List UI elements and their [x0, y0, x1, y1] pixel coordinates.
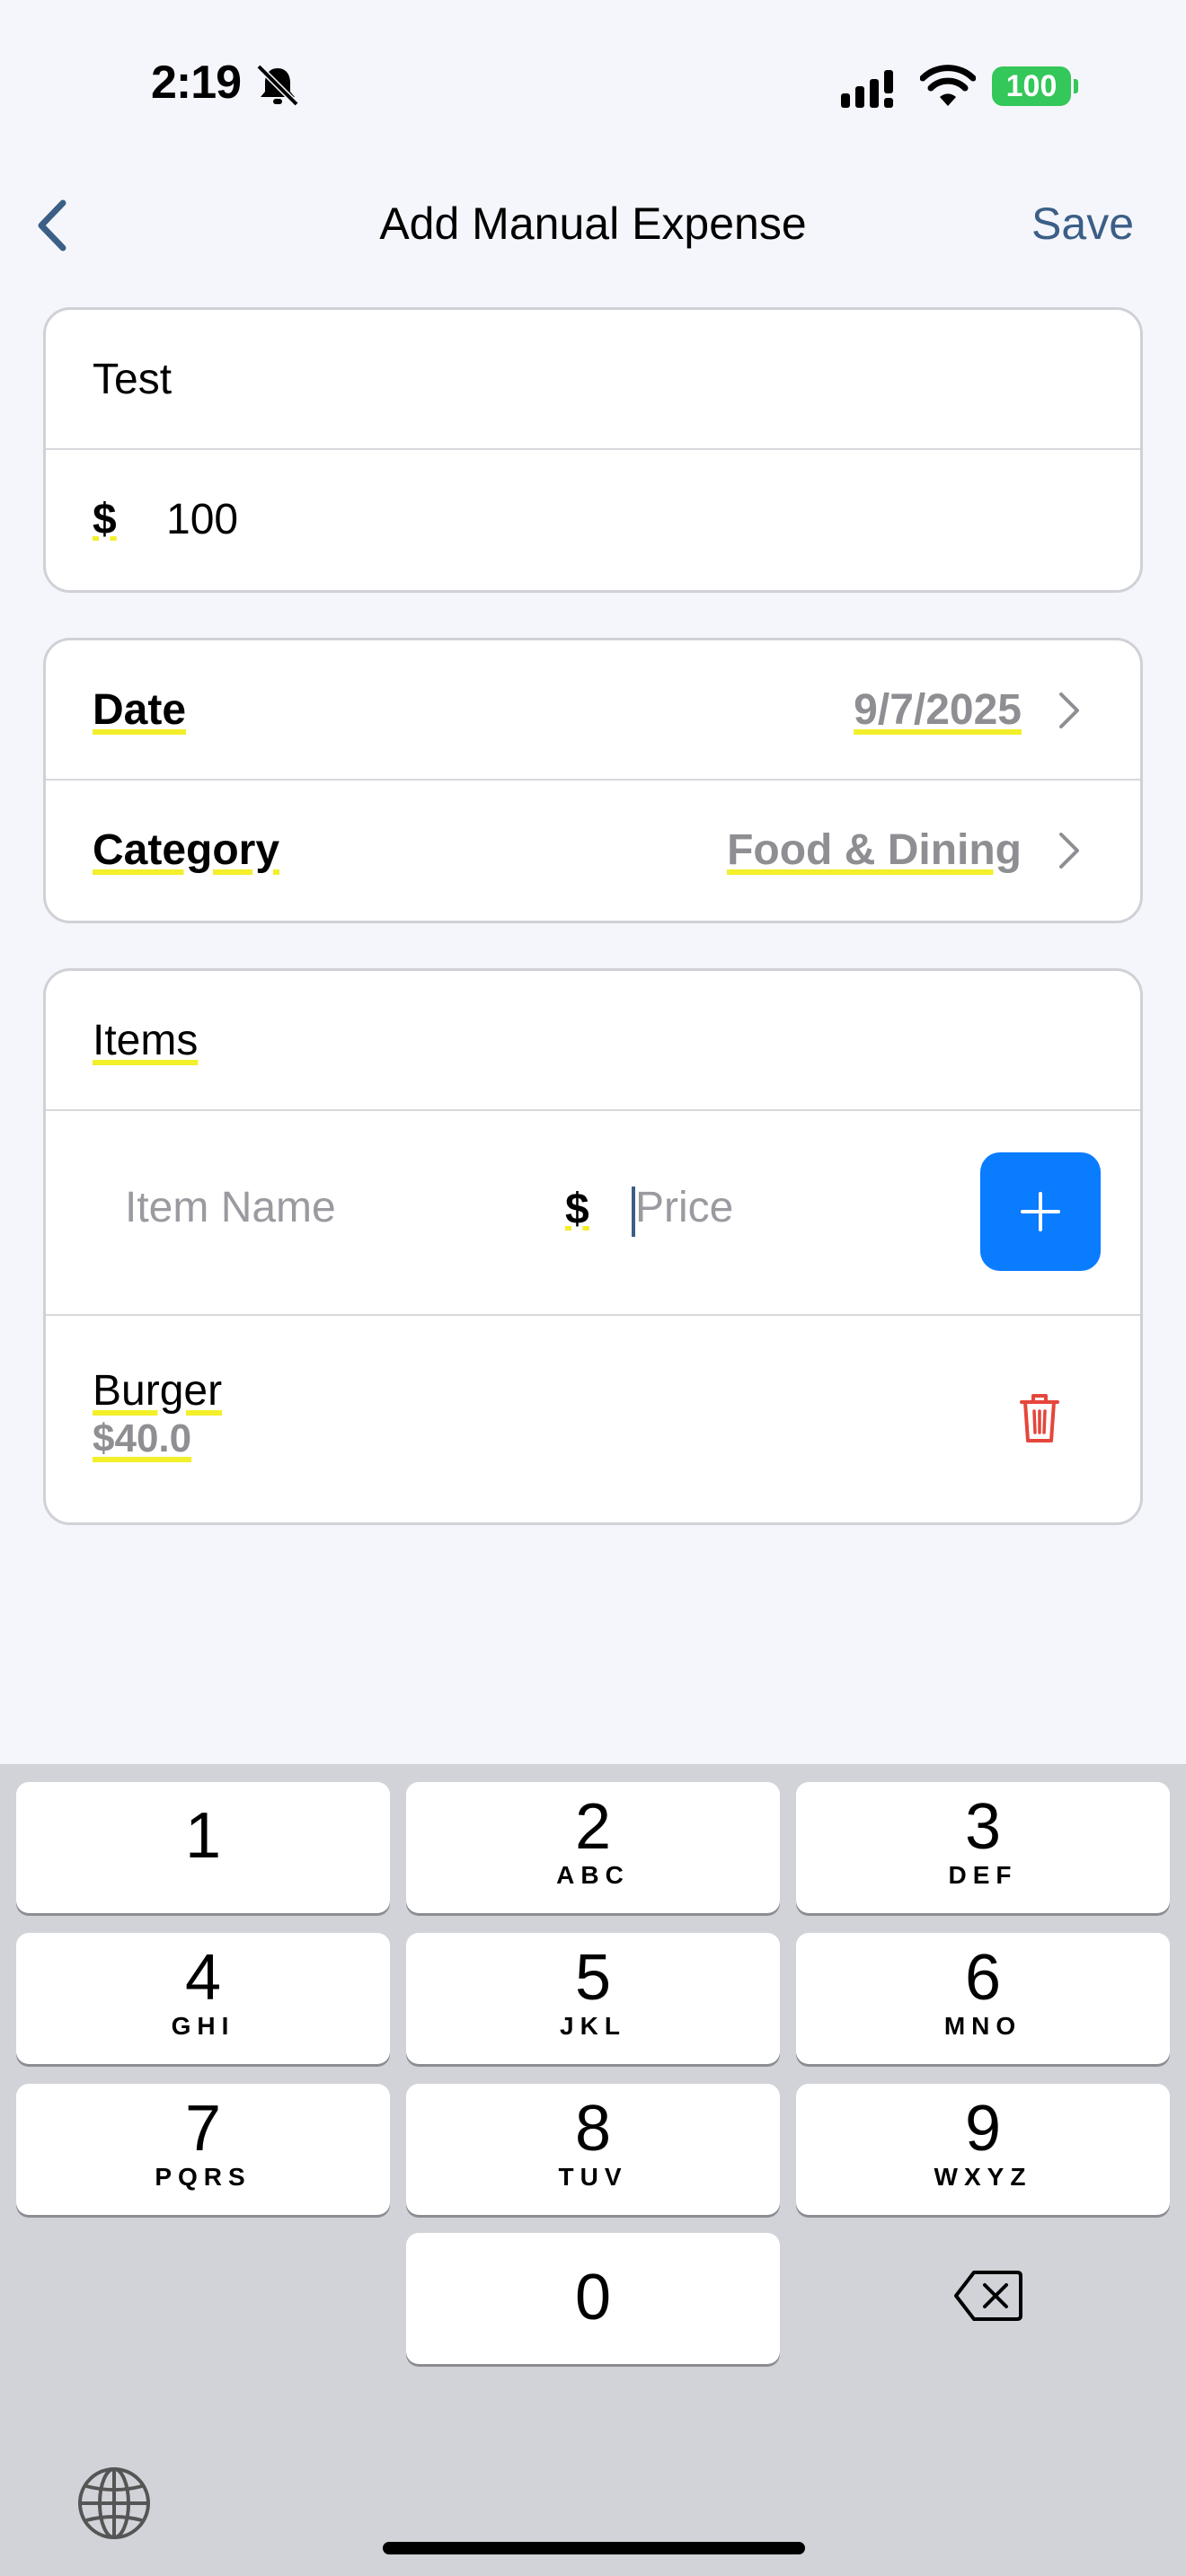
bell-slash-icon — [256, 65, 299, 106]
category-label: Category — [93, 826, 280, 874]
chevron-right-icon — [1059, 833, 1079, 869]
status-time: 2:19 — [151, 57, 242, 109]
numeric-keyboard: 1 2 ABC 3 DEF 4 GHI 5 JKL 6 MNO 7 PQRS 8… — [0, 1764, 1186, 2576]
price-input[interactable] — [635, 1183, 932, 1232]
key-letters: MNO — [943, 2012, 1022, 2040]
key-digit: 1 — [184, 1800, 222, 1872]
globe-icon[interactable] — [75, 2465, 153, 2542]
expense-name-value[interactable]: Test — [93, 355, 172, 404]
items-header: Items — [93, 1017, 199, 1064]
item-name: Burger — [93, 1367, 223, 1415]
key-letters: PQRS — [155, 2163, 252, 2191]
date-value: 9/7/2025 — [854, 686, 1022, 734]
screen: 2:19 100 Add Manual Expense Save Test $ … — [0, 0, 1186, 2576]
key-digit: 7 — [184, 2093, 222, 2165]
date-row[interactable]: Date 9/7/2025 — [46, 640, 1140, 781]
item-price: $40.0 — [93, 1416, 192, 1460]
plus-icon — [1021, 1192, 1060, 1231]
home-indicator[interactable] — [383, 2542, 805, 2554]
key-letters: JKL — [560, 2012, 626, 2040]
key-7[interactable]: 7 PQRS — [16, 2084, 390, 2215]
key-9[interactable]: 9 WXYZ — [796, 2084, 1170, 2215]
currency-symbol: $ — [93, 496, 117, 543]
key-letters: GHI — [171, 2012, 235, 2040]
category-row[interactable]: Category Food & Dining — [46, 781, 1140, 921]
expense-basic-card: Test $ 100 — [43, 307, 1143, 593]
list-item: Burger $40.0 — [46, 1316, 1140, 1522]
battery-icon: 100 — [992, 66, 1078, 106]
date-label: Date — [93, 686, 187, 734]
delete-icon[interactable] — [952, 2267, 1024, 2325]
key-6[interactable]: 6 MNO — [796, 1933, 1170, 2064]
key-letters: ABC — [556, 1861, 630, 1889]
add-item-button[interactable] — [980, 1152, 1101, 1271]
key-3[interactable]: 3 DEF — [796, 1782, 1170, 1913]
key-letters: DEF — [948, 1861, 1018, 1889]
key-digit: 4 — [184, 1942, 222, 2014]
key-4[interactable]: 4 GHI — [16, 1933, 390, 2064]
key-letters: TUV — [558, 2163, 628, 2191]
page-title: Add Manual Expense — [379, 198, 807, 249]
key-digit: 8 — [574, 2093, 612, 2165]
key-digit: 3 — [964, 1791, 1002, 1863]
key-digit: 5 — [574, 1942, 612, 2014]
expense-amount-value[interactable]: 100 — [166, 495, 238, 544]
key-digit: 9 — [964, 2093, 1002, 2165]
items-card: Items $ Burger $40.0 — [43, 968, 1143, 1525]
add-item-row: $ — [46, 1111, 1140, 1316]
cellular-signal-icon — [841, 70, 893, 108]
key-letters: WXYZ — [934, 2163, 1032, 2191]
key-digit: 0 — [574, 2262, 612, 2333]
price-currency-symbol: $ — [565, 1186, 589, 1233]
save-button[interactable]: Save — [1031, 198, 1134, 250]
expense-amount-field[interactable]: $ 100 — [46, 450, 1140, 590]
items-header-row: Items — [46, 971, 1140, 1111]
category-value: Food & Dining — [727, 826, 1022, 874]
chevron-right-icon — [1059, 693, 1079, 728]
expense-details-card: Date 9/7/2025 Category Food & Dining — [43, 638, 1143, 923]
key-0[interactable]: 0 — [406, 2233, 780, 2364]
key-8[interactable]: 8 TUV — [406, 2084, 780, 2215]
wifi-icon — [920, 65, 976, 106]
key-5[interactable]: 5 JKL — [406, 1933, 780, 2064]
key-1[interactable]: 1 — [16, 1782, 390, 1913]
key-digit: 2 — [574, 1791, 612, 1863]
key-2[interactable]: 2 ABC — [406, 1782, 780, 1913]
key-digit: 6 — [964, 1942, 1002, 2014]
item-name-input[interactable] — [125, 1183, 556, 1232]
trash-icon[interactable] — [1016, 1391, 1063, 1445]
expense-name-field[interactable]: Test — [46, 310, 1140, 450]
